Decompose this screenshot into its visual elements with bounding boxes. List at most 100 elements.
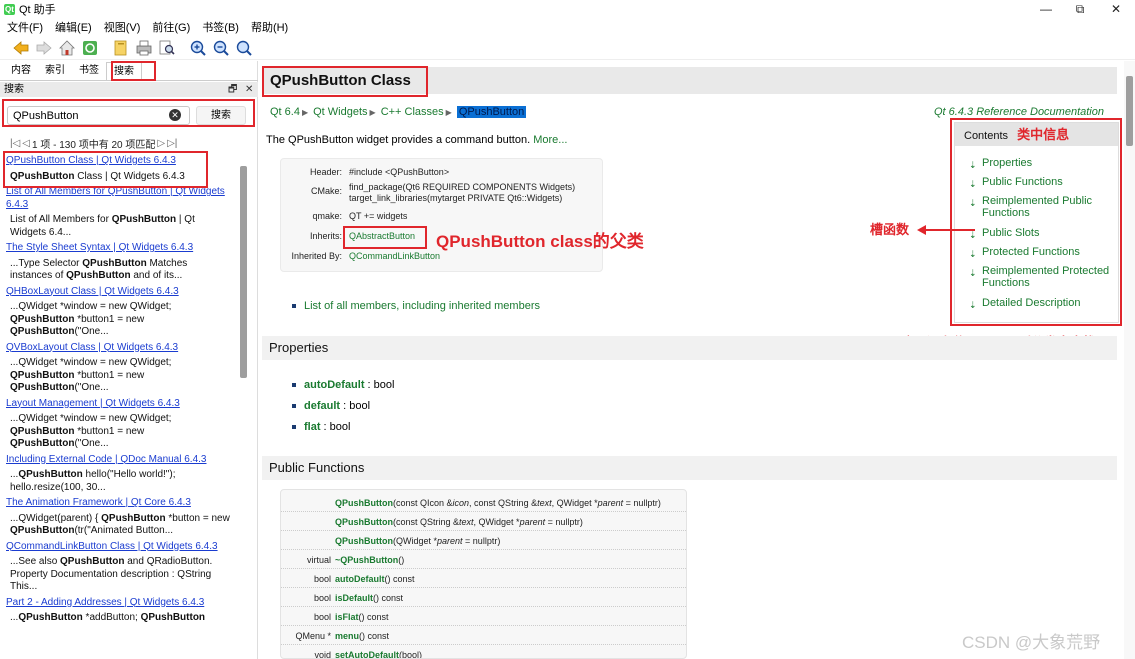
slots-arrow: [917, 225, 975, 235]
text-fragment: and of its...: [130, 270, 183, 281]
text-fragment: () const: [384, 574, 415, 584]
dock-close-icon[interactable]: ✕: [245, 82, 253, 97]
zoom-reset-icon[interactable]: [233, 37, 255, 59]
close-button[interactable]: ✕: [1097, 0, 1135, 18]
menu-help[interactable]: 帮助(H): [251, 19, 288, 35]
contents-item[interactable]: ⇣ Reimplemented Public Functions: [969, 195, 1114, 219]
public-functions-heading: Public Functions: [262, 456, 1117, 480]
info-value: QT += widgets: [349, 211, 408, 221]
function-signature[interactable]: QPushButton(const QString &text, QWidget…: [335, 517, 583, 527]
tab-index[interactable]: 索引: [38, 62, 72, 80]
prev-page-icon[interactable]: ◁: [22, 138, 30, 149]
crumb-qt[interactable]: Qt 6.4: [270, 106, 300, 118]
first-page-icon[interactable]: |◁: [10, 138, 20, 149]
text-fragment: *button1 = new: [74, 313, 145, 325]
crumb-classes[interactable]: C++ Classes: [381, 106, 444, 118]
result-link[interactable]: The Style Sheet Syntax | Qt Widgets 6.4.…: [6, 242, 236, 255]
contents-item[interactable]: ⇣ Protected Functions: [969, 246, 1114, 259]
function-signature[interactable]: menu() const: [335, 631, 389, 641]
contents-item[interactable]: ⇣ Public Functions: [969, 176, 1114, 189]
menu-file[interactable]: 文件(F): [7, 19, 43, 35]
minimize-button[interactable]: —: [1027, 0, 1065, 18]
functions-table: QPushButton(const QIcon &icon, const QSt…: [280, 489, 687, 659]
function-signature[interactable]: QPushButton(QWidget *parent = nullptr): [335, 536, 500, 546]
maximize-button[interactable]: ⧉: [1061, 0, 1099, 18]
forward-arrow-icon[interactable]: [33, 37, 55, 59]
contents-item-label[interactable]: Public Functions: [969, 176, 1114, 188]
info-link[interactable]: QAbstractButton: [349, 231, 415, 242]
zoom-in-icon[interactable]: [187, 37, 209, 59]
bookmarks-icon[interactable]: [110, 37, 132, 59]
text-fragment: *button1 = new: [74, 425, 145, 437]
clear-search-icon[interactable]: ✕: [169, 109, 181, 121]
contents-item-label[interactable]: Detailed Description: [969, 297, 1114, 309]
property-link[interactable]: default: [304, 400, 340, 412]
function-signature[interactable]: isFlat() const: [335, 612, 389, 622]
back-arrow-icon[interactable]: [10, 37, 32, 59]
search-results-list: QPushButton Class | Qt Widgets 6.4.3 QPus…: [6, 154, 236, 659]
result-link[interactable]: QPushButton Class | Qt Widgets 6.4.3: [6, 155, 236, 168]
all-members-text[interactable]: List of all members, including inherited…: [304, 300, 540, 312]
results-scrollbar[interactable]: [240, 166, 247, 378]
result-link[interactable]: List of All Members for QPushButton | Qt…: [6, 186, 236, 211]
tab-bookmarks[interactable]: 书签: [72, 62, 106, 80]
zoom-out-icon[interactable]: [210, 37, 232, 59]
print-icon[interactable]: [133, 37, 155, 59]
bold-fragment: QPushButton: [10, 438, 75, 449]
find-icon[interactable]: [156, 37, 178, 59]
menu-edit[interactable]: 编辑(E): [55, 19, 92, 35]
contents-item[interactable]: ⇣ Reimplemented Protected Functions: [969, 265, 1114, 289]
sync-icon[interactable]: [79, 37, 101, 59]
contents-item-label[interactable]: Properties: [969, 157, 1114, 169]
crumb-widgets[interactable]: Qt Widgets: [313, 106, 367, 118]
function-signature[interactable]: ~QPushButton(): [335, 555, 404, 565]
search-input[interactable]: [7, 106, 190, 125]
doc-scrollbar-track[interactable]: [1124, 61, 1135, 659]
text-fragment: (bool): [399, 650, 423, 659]
result-link[interactable]: QCommandLinkButton Class | Qt Widgets 6.…: [6, 541, 236, 554]
result-link[interactable]: QHBoxLayout Class | Qt Widgets 6.4.3: [6, 286, 236, 299]
function-row: QPushButton(const QString &text, QWidget…: [281, 512, 686, 531]
function-row: QPushButton(QWidget *parent = nullptr): [281, 531, 686, 550]
menu-go[interactable]: 前往(G): [152, 19, 190, 35]
next-page-icon[interactable]: ▷: [157, 138, 165, 149]
result-link[interactable]: QVBoxLayout Class | Qt Widgets 6.4.3: [6, 342, 236, 355]
search-button[interactable]: 搜索: [196, 106, 246, 125]
intro-text: The QPushButton widget provides a comman…: [266, 134, 531, 146]
contents-item[interactable]: ⇣ Detailed Description: [969, 297, 1114, 310]
crumb-current[interactable]: QPushButton: [456, 106, 527, 118]
contents-item-label[interactable]: Reimplemented Protected Functions: [969, 265, 1114, 289]
function-signature[interactable]: setAutoDefault(bool): [335, 650, 423, 659]
result-link[interactable]: The Animation Framework | Qt Core 6.4.3: [6, 497, 236, 510]
info-link[interactable]: QCommandLinkButton: [349, 251, 440, 262]
function-signature[interactable]: autoDefault() const: [335, 574, 415, 584]
contents-item-label[interactable]: Protected Functions: [969, 246, 1114, 258]
contents-item[interactable]: ⇣ Public Slots: [969, 227, 1114, 240]
property-link[interactable]: flat: [304, 421, 321, 433]
result-link[interactable]: Layout Management | Qt Widgets 6.4.3: [6, 398, 236, 411]
contents-item-label[interactable]: Reimplemented Public Functions: [969, 195, 1114, 219]
menu-bookmarks[interactable]: 书签(B): [202, 19, 239, 35]
tab-search[interactable]: 搜索: [106, 62, 142, 80]
property-link[interactable]: autoDefault: [304, 379, 365, 391]
more-link[interactable]: More...: [533, 134, 567, 146]
all-members-link[interactable]: List of all members, including inherited…: [292, 300, 540, 312]
text-fragment: = nullptr): [545, 517, 583, 527]
home-icon[interactable]: [56, 37, 78, 59]
result-link[interactable]: Including External Code | QDoc Manual 6.…: [6, 454, 236, 467]
last-page-icon[interactable]: ▷|: [167, 138, 177, 149]
bold-fragment: QPushButton: [10, 170, 75, 182]
tab-contents[interactable]: 内容: [4, 62, 38, 80]
dock-title-bar: 搜索 🗗 ✕: [0, 82, 258, 97]
menu-view[interactable]: 视图(V): [104, 19, 141, 35]
bold-fragment: QPushButton: [10, 313, 75, 325]
contents-item-label[interactable]: Public Slots: [969, 227, 1114, 239]
bold-fragment: menu: [335, 631, 360, 641]
dock-float-icon[interactable]: 🗗: [228, 82, 237, 97]
param-fragment: parent: [519, 517, 546, 527]
function-signature[interactable]: isDefault() const: [335, 593, 403, 603]
function-signature[interactable]: QPushButton(const QIcon &icon, const QSt…: [335, 498, 661, 508]
result-link[interactable]: Part 2 - Adding Addresses | Qt Widgets 6…: [6, 597, 236, 610]
contents-item[interactable]: ⇣ Properties: [969, 157, 1114, 170]
doc-scrollbar-thumb[interactable]: [1126, 76, 1133, 146]
